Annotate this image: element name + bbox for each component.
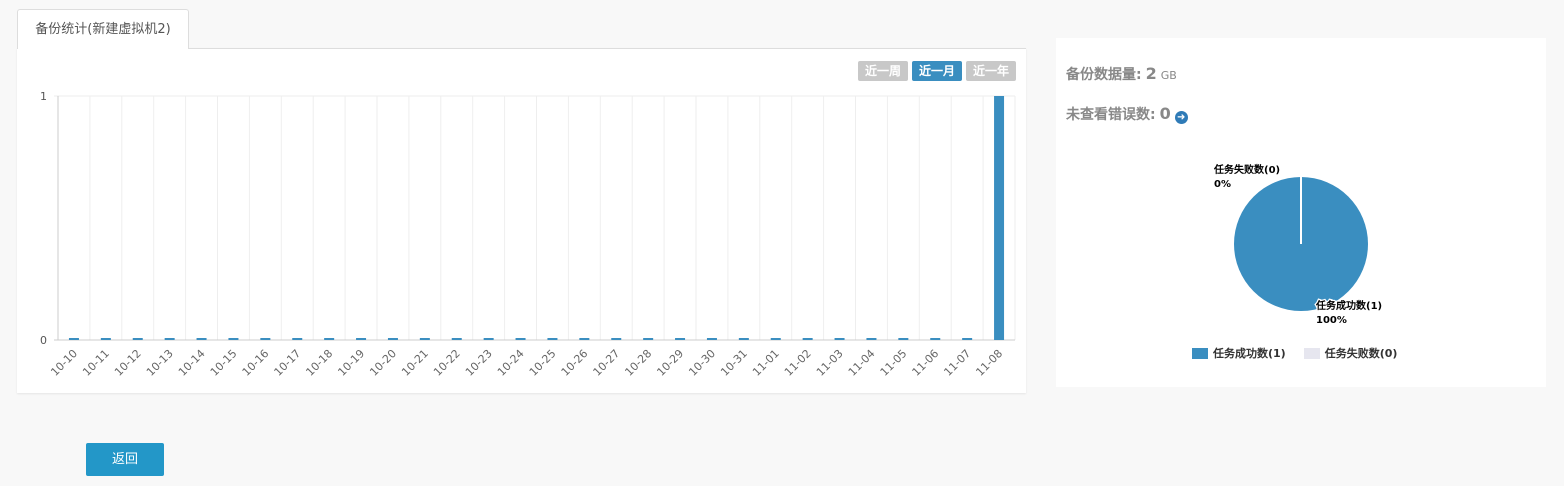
bar[interactable] (898, 338, 909, 340)
bar[interactable] (387, 338, 398, 340)
x-tick-label: 11-05 (878, 347, 910, 379)
bar[interactable] (515, 338, 526, 340)
legend-item-success[interactable]: 任务成功数(1) (1192, 345, 1286, 361)
legend-item-failed[interactable]: 任务失败数(0) (1303, 345, 1398, 361)
x-tick-label: 10-20 (367, 347, 399, 379)
x-tick-label: 10-16 (240, 347, 272, 379)
backup-bar-chart: 0110-10 10-11 10-12 10-13 10-14 10-15 10-16 10-… (40, 90, 1016, 379)
bar[interactable] (706, 338, 717, 340)
bar[interactable] (930, 338, 941, 340)
x-tick-label: 10-27 (591, 347, 623, 379)
summary-panel: 备份数据量: 2 GB 未查看错误数: 0 ➜ 任务失败数(0) 0% 任务成功数(… (1056, 38, 1546, 387)
x-tick-label: 10-12 (112, 347, 144, 379)
y-tick-label: 1 (40, 90, 47, 103)
bar[interactable] (611, 338, 622, 340)
x-tick-label: 10-21 (399, 347, 431, 379)
x-tick-label: 10-25 (527, 347, 559, 379)
chart-panel: 近一周 近一月 近一年 0 1 10-10 10-11 10-12 10-13 10-14 1… (17, 48, 1026, 393)
bar[interactable] (356, 338, 367, 340)
bar[interactable] (802, 338, 813, 340)
bar[interactable] (834, 338, 845, 340)
x-tick-label: 10-31 (718, 347, 750, 379)
bar[interactable] (419, 338, 430, 340)
x-tick-label: 11-06 (910, 347, 942, 379)
legend-label-failed: 任务失败数(0) (1324, 347, 1398, 360)
bar[interactable] (292, 338, 303, 340)
x-tick-label: 10-22 (431, 347, 463, 379)
bar[interactable] (196, 338, 207, 340)
bar[interactable] (324, 338, 335, 340)
x-tick-label: 11-02 (782, 347, 814, 379)
bar[interactable] (994, 96, 1005, 340)
x-tick-label: 11-03 (814, 347, 846, 379)
x-tick-label: 11-04 (846, 347, 878, 379)
bar[interactable] (132, 338, 143, 340)
bar[interactable] (675, 338, 686, 340)
back-button[interactable]: 返回 (86, 443, 164, 476)
pie-label-failed-percent: 0% (1214, 179, 1231, 190)
bar[interactable] (547, 338, 558, 340)
x-tick-label: 10-26 (559, 347, 591, 379)
x-tick-label: 11-01 (750, 347, 782, 379)
x-tick-label: 10-29 (654, 347, 686, 379)
bar[interactable] (164, 338, 175, 340)
x-tick-label: 10-23 (463, 347, 495, 379)
bar[interactable] (451, 338, 462, 340)
legend-swatch-success (1192, 347, 1208, 359)
x-tick-label: 10-18 (303, 347, 335, 379)
bar[interactable] (579, 338, 590, 340)
x-tick-label: 10-14 (176, 347, 208, 379)
bar[interactable] (100, 338, 111, 340)
bar[interactable] (483, 338, 494, 340)
bar[interactable] (866, 338, 877, 340)
pie-legend: 任务成功数(1) 任务失败数(0) (1192, 345, 1397, 361)
bar[interactable] (260, 338, 271, 340)
y-tick-label: 0 (40, 334, 47, 347)
bar[interactable] (228, 338, 239, 340)
x-tick-label: 10-24 (495, 347, 527, 379)
x-tick-label: 10-28 (622, 347, 654, 379)
x-tick-label: 10-11 (80, 347, 112, 379)
bar[interactable] (68, 338, 79, 340)
x-tick-label: 10-13 (144, 347, 176, 379)
legend-swatch-failed (1303, 347, 1320, 359)
x-tick-label: 10-10 (48, 347, 80, 379)
tab-backup-stats[interactable]: 备份统计(新建虚拟机2) (17, 9, 189, 49)
bar[interactable] (738, 338, 749, 340)
x-tick-label: 10-15 (208, 347, 240, 379)
pie-label-success-name: 任务成功数(1) (1315, 299, 1382, 312)
bar[interactable] (643, 338, 654, 340)
bar[interactable] (770, 338, 781, 340)
pie-label-success-percent: 100% (1316, 315, 1347, 326)
x-tick-label: 10-30 (686, 347, 718, 379)
bar[interactable] (962, 338, 973, 340)
pie-label-failed-name: 任务失败数(0) (1213, 163, 1280, 176)
x-tick-label: 11-07 (941, 347, 973, 379)
x-tick-label: 10-19 (335, 347, 367, 379)
x-tick-label: 11-08 (973, 347, 1005, 379)
x-tick-label: 10-17 (272, 347, 304, 379)
legend-label-success: 任务成功数(1) (1213, 347, 1286, 360)
task-pie-chart: 任务失败数(0) 0% 任务成功数(1) 100% (1212, 162, 1384, 328)
